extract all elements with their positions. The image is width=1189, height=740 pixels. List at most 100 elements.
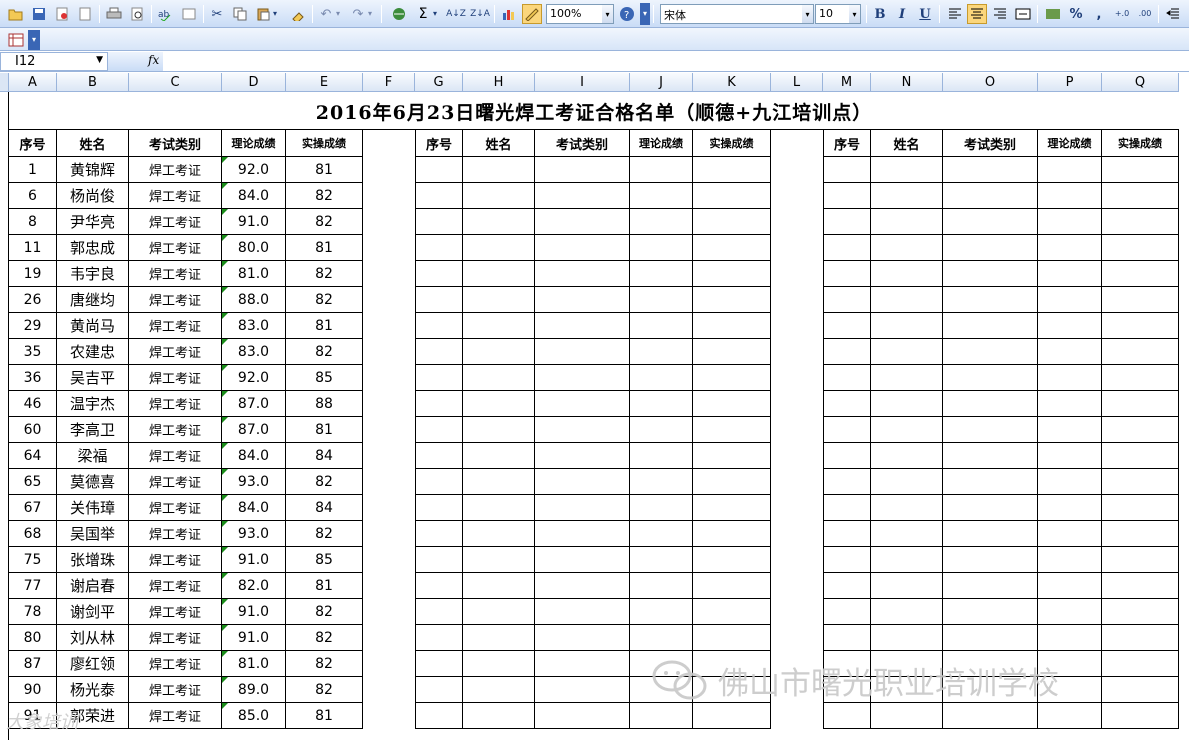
align-left-icon[interactable]	[945, 4, 965, 24]
empty-cell[interactable]	[823, 417, 871, 443]
empty-cell[interactable]	[871, 521, 943, 547]
cell-practice[interactable]: 81	[286, 703, 363, 729]
increase-decimal-icon[interactable]: +.0	[1112, 4, 1132, 24]
cell-no[interactable]: 26	[9, 287, 57, 313]
empty-cell[interactable]	[1102, 443, 1179, 469]
empty-cell[interactable]	[871, 261, 943, 287]
empty-cell[interactable]	[415, 339, 463, 365]
cell-name[interactable]: 莫德喜	[57, 469, 129, 495]
empty-cell[interactable]	[871, 391, 943, 417]
empty-cell[interactable]	[463, 157, 535, 183]
empty-cell[interactable]	[415, 625, 463, 651]
empty-cell[interactable]	[630, 599, 693, 625]
empty-cell[interactable]	[943, 183, 1038, 209]
cell-name[interactable]: 关伟璋	[57, 495, 129, 521]
empty-cell[interactable]	[1102, 235, 1179, 261]
empty-cell[interactable]	[1102, 261, 1179, 287]
column-header-G[interactable]: G	[415, 73, 463, 92]
empty-cell[interactable]	[415, 443, 463, 469]
chart-wizard-icon[interactable]	[499, 4, 519, 24]
empty-cell[interactable]	[1102, 495, 1179, 521]
zoom-select[interactable]: 100% ▾	[546, 4, 614, 24]
cell-name[interactable]: 黄尚马	[57, 313, 129, 339]
empty-cell[interactable]	[535, 313, 630, 339]
empty-cell[interactable]	[415, 573, 463, 599]
cell-type[interactable]: 焊工考证	[129, 495, 222, 521]
empty-cell[interactable]	[463, 183, 535, 209]
empty-cell[interactable]	[630, 391, 693, 417]
cell-theory[interactable]: 91.0	[222, 625, 286, 651]
cell-practice[interactable]: 82	[286, 469, 363, 495]
cell-name[interactable]: 廖红领	[57, 651, 129, 677]
empty-cell[interactable]	[535, 339, 630, 365]
empty-cell[interactable]	[943, 339, 1038, 365]
empty-cell[interactable]	[871, 625, 943, 651]
cell-theory[interactable]: 83.0	[222, 339, 286, 365]
cell-type[interactable]: 焊工考证	[129, 287, 222, 313]
empty-cell[interactable]	[1102, 573, 1179, 599]
empty-cell[interactable]	[1038, 495, 1102, 521]
empty-cell[interactable]	[693, 183, 771, 209]
toolbar-options-icon[interactable]: ▾	[640, 3, 650, 25]
empty-cell[interactable]	[871, 443, 943, 469]
empty-cell[interactable]	[1102, 469, 1179, 495]
empty-cell[interactable]	[693, 443, 771, 469]
merge-center-icon[interactable]	[1013, 4, 1033, 24]
spelling-icon[interactable]: ab	[156, 4, 176, 24]
empty-cell[interactable]	[943, 209, 1038, 235]
empty-cell[interactable]	[1102, 365, 1179, 391]
italic-button[interactable]: I	[892, 4, 912, 24]
cell-name[interactable]: 张增珠	[57, 547, 129, 573]
cell-practice[interactable]: 81	[286, 573, 363, 599]
cell-no[interactable]: 78	[9, 599, 57, 625]
table-header-no-2[interactable]: 序号	[415, 130, 463, 157]
empty-cell[interactable]	[463, 391, 535, 417]
empty-cell[interactable]	[535, 235, 630, 261]
cell-name[interactable]: 温宇杰	[57, 391, 129, 417]
cell-practice[interactable]: 81	[286, 235, 363, 261]
cell-practice[interactable]: 82	[286, 261, 363, 287]
cell-theory[interactable]: 82.0	[222, 573, 286, 599]
open-icon[interactable]	[6, 4, 26, 24]
empty-cell[interactable]	[943, 443, 1038, 469]
empty-cell[interactable]	[871, 339, 943, 365]
empty-cell[interactable]	[943, 521, 1038, 547]
toolbar-options-2-icon[interactable]: ▾	[28, 30, 40, 50]
empty-cell[interactable]	[693, 599, 771, 625]
table-header-practice-2[interactable]: 实操成绩	[693, 130, 771, 157]
cell-name[interactable]: 谢启春	[57, 573, 129, 599]
comma-button[interactable]: ,	[1089, 4, 1109, 24]
empty-cell[interactable]	[693, 495, 771, 521]
empty-cell[interactable]	[415, 235, 463, 261]
empty-cell[interactable]	[1038, 573, 1102, 599]
empty-cell[interactable]	[630, 547, 693, 573]
empty-cell[interactable]	[823, 547, 871, 573]
empty-cell[interactable]	[415, 391, 463, 417]
empty-cell[interactable]	[943, 235, 1038, 261]
cell-theory[interactable]: 91.0	[222, 599, 286, 625]
cell-theory[interactable]: 92.0	[222, 365, 286, 391]
empty-cell[interactable]	[1102, 625, 1179, 651]
empty-cell[interactable]	[943, 469, 1038, 495]
cell-name[interactable]: 吴国举	[57, 521, 129, 547]
cell-practice[interactable]: 85	[286, 365, 363, 391]
cell-no[interactable]: 90	[9, 677, 57, 703]
empty-cell[interactable]	[535, 599, 630, 625]
empty-cell[interactable]	[1102, 677, 1179, 703]
cell-type[interactable]: 焊工考证	[129, 365, 222, 391]
sheet-title[interactable]: 2016年6月23日曙光焊工考证合格名单（顺德+九江培训点）	[9, 93, 1179, 129]
cell-name[interactable]: 杨尚俊	[57, 183, 129, 209]
empty-cell[interactable]	[535, 573, 630, 599]
cell-theory[interactable]: 87.0	[222, 391, 286, 417]
empty-cell[interactable]	[463, 339, 535, 365]
cell-practice[interactable]: 81	[286, 417, 363, 443]
cell-practice[interactable]: 82	[286, 677, 363, 703]
undo-dropdown-icon[interactable]: ▾	[333, 4, 343, 24]
empty-cell[interactable]	[943, 287, 1038, 313]
empty-cell[interactable]	[823, 365, 871, 391]
empty-cell[interactable]	[693, 339, 771, 365]
print-preview-icon[interactable]	[75, 4, 95, 24]
empty-cell[interactable]	[823, 703, 871, 729]
empty-cell[interactable]	[630, 443, 693, 469]
empty-cell[interactable]	[415, 157, 463, 183]
